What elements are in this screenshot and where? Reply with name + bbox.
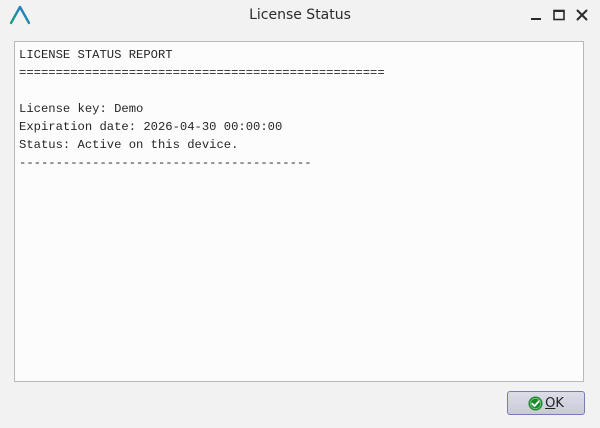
maximize-icon[interactable] [551, 7, 567, 23]
window-title: License Status [249, 7, 351, 23]
report-text: LICENSE STATUS REPORT ==================… [19, 46, 579, 172]
close-icon[interactable] [574, 7, 590, 23]
report-line: Status: Active on this device. [19, 138, 239, 152]
report-line: ========================================… [19, 66, 385, 80]
ok-label-rest: K [555, 395, 564, 411]
ok-mnemonic: O [545, 395, 556, 411]
report-line: Expiration date: 2026-04-30 00:00:00 [19, 120, 283, 134]
report-line: ---------------------------------------- [19, 156, 312, 170]
ok-button-label: OK [545, 396, 564, 411]
report-text-area[interactable]: LICENSE STATUS REPORT ==================… [14, 41, 584, 382]
check-circle-icon [528, 395, 543, 411]
report-line: License key: Demo [19, 102, 144, 116]
minimize-icon[interactable] [528, 7, 544, 23]
report-line: LICENSE STATUS REPORT [19, 48, 173, 62]
title-bar: License Status [0, 0, 600, 32]
ok-button[interactable]: OK [507, 391, 585, 415]
